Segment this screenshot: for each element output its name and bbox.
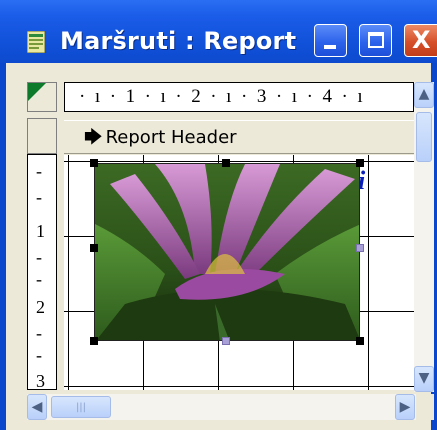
resize-handle[interactable] <box>90 244 98 252</box>
size-grip <box>416 394 434 420</box>
window-frame-left <box>0 63 6 430</box>
resize-handle[interactable] <box>356 337 364 345</box>
scroll-up-icon: ▲ <box>418 86 430 102</box>
vruler-mark: - <box>36 161 42 181</box>
resize-handle[interactable] <box>356 244 364 252</box>
resize-handle[interactable] <box>90 159 98 167</box>
scroll-left-icon: ◀ <box>31 399 43 415</box>
minimize-icon <box>324 45 336 49</box>
ruler-markings: · ı · 1 · ı · 2 · ı · 3 · ı · 4 · ı <box>79 86 366 107</box>
scroll-right-icon: ▶ <box>399 399 411 415</box>
vruler-mark: 3 <box>36 371 45 390</box>
vruler-mark: - <box>36 345 42 365</box>
vruler-mark: 1 <box>36 221 45 241</box>
section-selector[interactable] <box>27 118 57 154</box>
maximize-button[interactable] <box>359 24 392 57</box>
water-lily-image[interactable] <box>94 163 360 341</box>
close-icon: X <box>412 26 431 54</box>
horizontal-scrollbar[interactable]: ◀ ||| ▶ <box>27 394 416 420</box>
vruler-mark: - <box>36 323 42 343</box>
selector-triangle-icon <box>28 83 46 101</box>
vruler-mark: - <box>36 247 42 267</box>
report-icon <box>27 31 45 53</box>
vertical-ruler[interactable]: - - 1 - - 2 - - 3 <box>27 154 57 390</box>
vruler-mark: - <box>36 269 42 289</box>
resize-handle[interactable] <box>222 159 230 167</box>
maximize-icon <box>368 32 384 48</box>
resize-handle[interactable] <box>90 337 98 345</box>
scroll-left-button[interactable]: ◀ <box>27 394 47 420</box>
section-arrow-icon: 🡆 <box>84 127 103 148</box>
vruler-mark: - <box>36 187 42 207</box>
resize-handle[interactable] <box>222 337 230 345</box>
report-selector[interactable] <box>27 82 57 112</box>
section-title: 🡆 Report Header <box>84 126 237 150</box>
scroll-down-button[interactable]: ▼ <box>414 366 434 392</box>
report-header-bar[interactable]: 🡆 Report Header <box>64 120 414 154</box>
vertical-scroll-thumb[interactable] <box>416 112 432 162</box>
vruler-mark: 2 <box>36 297 45 317</box>
vertical-scrollbar[interactable]: ▲ ▼ <box>414 82 434 392</box>
thumb-grip-icon: ||| <box>75 402 87 413</box>
window-title: Maršruti : Report <box>60 27 297 55</box>
water-lily-photo <box>95 164 359 340</box>
resize-handle[interactable] <box>356 159 364 167</box>
scroll-up-button[interactable]: ▲ <box>414 82 434 108</box>
section-label: Report Header <box>105 127 237 148</box>
horizontal-scroll-thumb[interactable]: ||| <box>51 396 111 418</box>
horizontal-ruler[interactable]: · ı · 1 · ı · 2 · ı · 3 · ı · 4 · ı <box>64 82 414 112</box>
close-button[interactable]: X <box>404 24 437 57</box>
minimize-button[interactable] <box>314 24 347 57</box>
scroll-right-button[interactable]: ▶ <box>395 394 415 420</box>
scroll-down-icon: ▼ <box>418 370 430 386</box>
